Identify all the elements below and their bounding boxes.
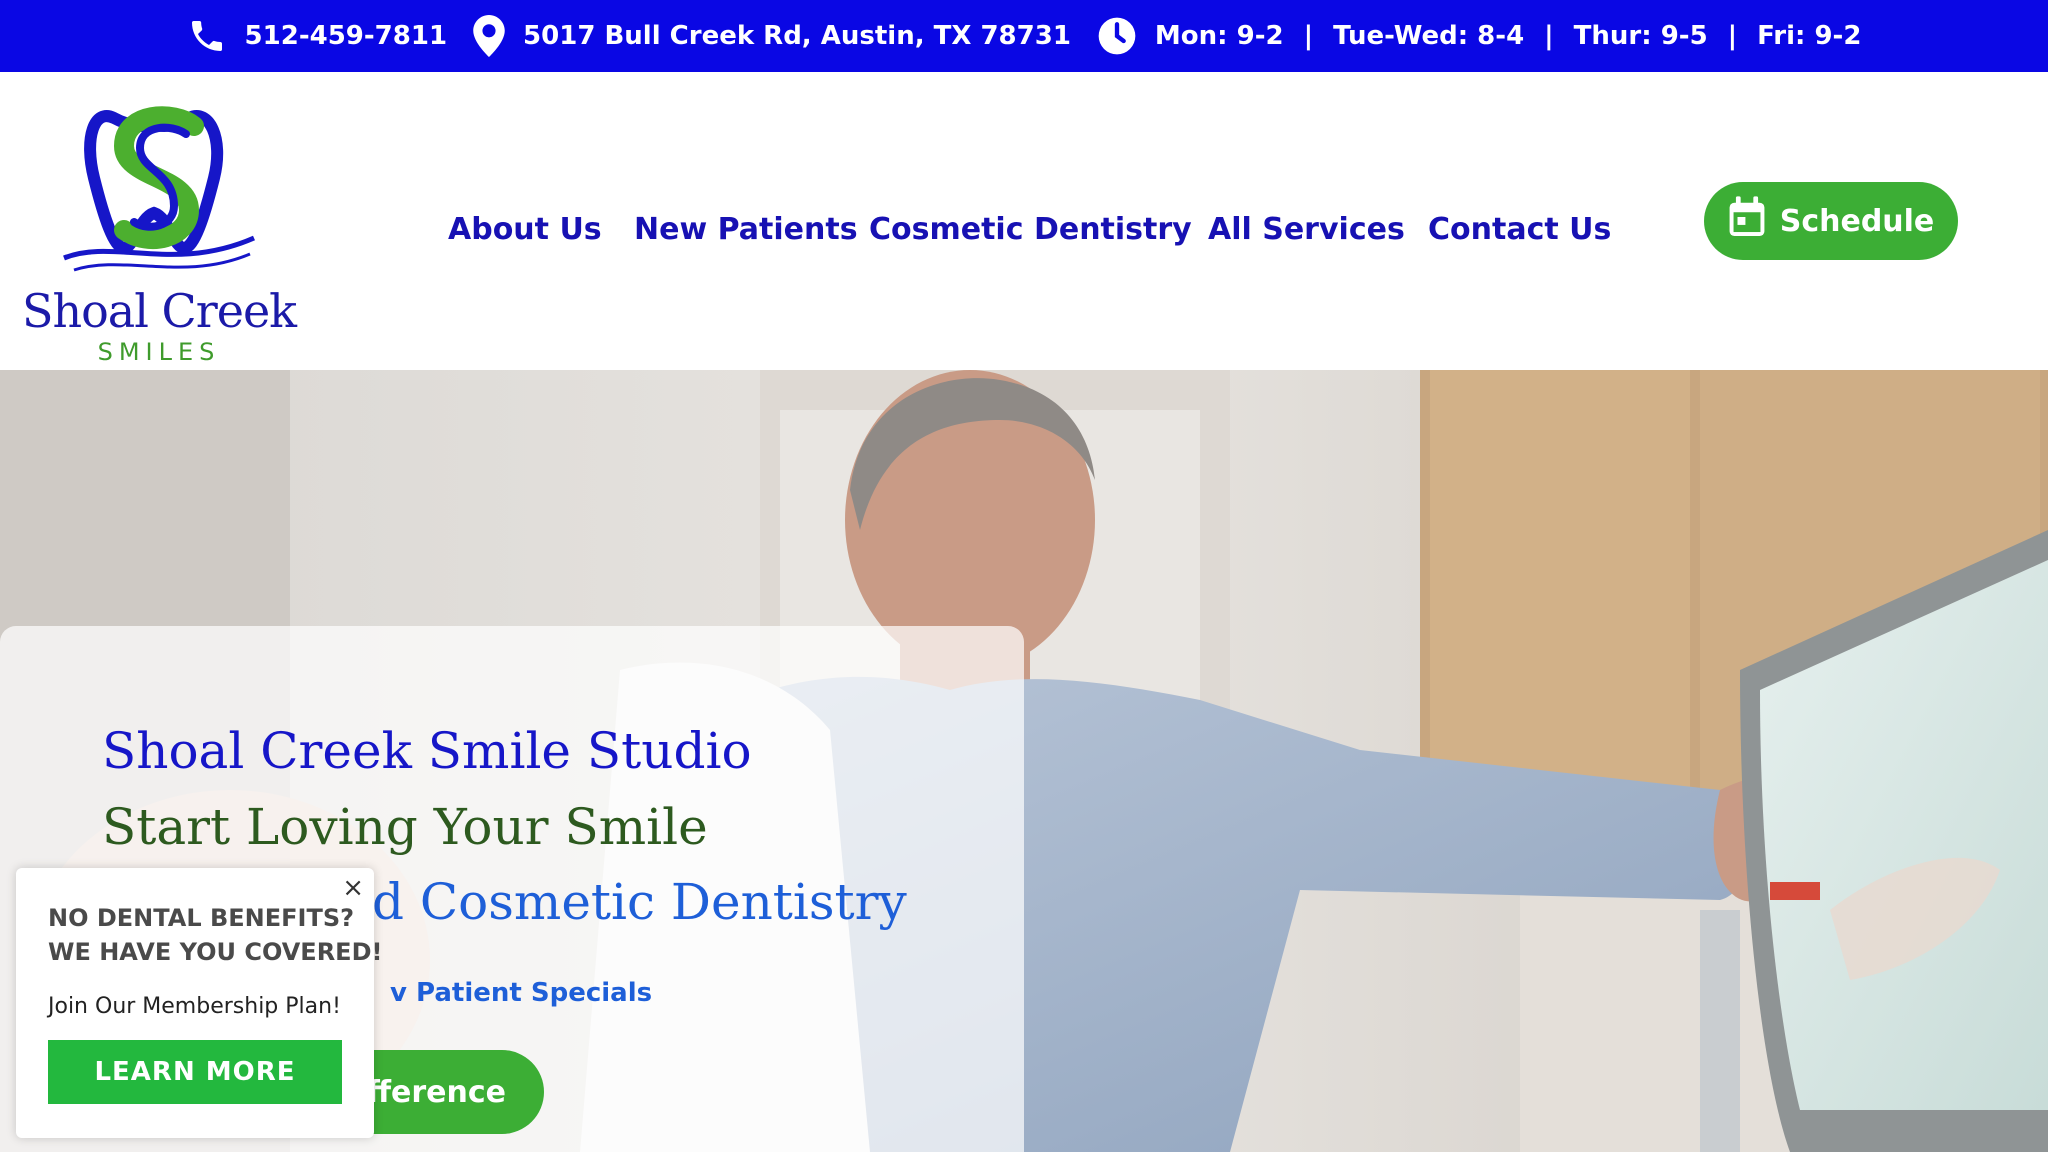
popup-subheading: WE HAVE YOU COVERED! [48, 938, 383, 966]
learn-more-button[interactable]: LEARN MORE [48, 1040, 342, 1104]
clock-icon [1097, 16, 1137, 56]
phone-number[interactable]: 512-459-7811 [245, 21, 448, 51]
close-icon[interactable]: × [342, 874, 364, 902]
site-header: Shoal Creek SMILES About Us New Patients… [0, 72, 2048, 370]
calendar-icon [1728, 196, 1766, 246]
hours-mon: Mon: 9-2 [1154, 21, 1284, 51]
address-text[interactable]: 5017 Bull Creek Rd, Austin, TX 78731 [523, 21, 1071, 51]
logo-subtitle: SMILES [97, 338, 221, 366]
schedule-button[interactable]: Schedule [1704, 182, 1958, 260]
map-pin-icon [473, 15, 505, 57]
hours-separator: | [1727, 21, 1738, 51]
top-info-bar: 512-459-7811 5017 Bull Creek Rd, Austin,… [0, 0, 2048, 72]
nav-all-services[interactable]: All Services [1208, 200, 1405, 260]
schedule-label: Schedule [1779, 203, 1935, 239]
membership-popup: × NO DENTAL BENEFITS? WE HAVE YOU COVERE… [16, 868, 382, 1138]
hours-separator: | [1303, 21, 1314, 51]
phone-icon [187, 16, 227, 56]
hours-thur: Thur: 9-5 [1573, 21, 1708, 51]
nav-cosmetic-dentistry[interactable]: Cosmetic Dentistry [869, 200, 1192, 260]
nav-contact-us[interactable]: Contact Us [1428, 200, 1611, 260]
popup-body: Join Our Membership Plan! [48, 994, 341, 1019]
nav-about-us[interactable]: About Us [448, 200, 602, 260]
address-item[interactable]: 5017 Bull Creek Rd, Austin, TX 78731 [473, 15, 1071, 57]
phone-item[interactable]: 512-459-7811 [187, 16, 448, 56]
hours-item: Mon: 9-2 | Tue-Wed: 8-4 | Thur: 9-5 | Fr… [1097, 16, 1862, 56]
hero-subtitle: Start Loving Your Smile [102, 798, 708, 856]
hours-tue-wed: Tue-Wed: 8-4 [1333, 21, 1525, 51]
hours-fri: Fri: 9-2 [1757, 21, 1862, 51]
hours-separator: | [1544, 21, 1554, 51]
hero-title: Shoal Creek Smile Studio [102, 722, 752, 780]
popup-heading: NO DENTAL BENEFITS? [48, 904, 355, 932]
nav-new-patients[interactable]: New Patients [634, 200, 858, 260]
logo-name: Shoal Creek [21, 284, 297, 338]
